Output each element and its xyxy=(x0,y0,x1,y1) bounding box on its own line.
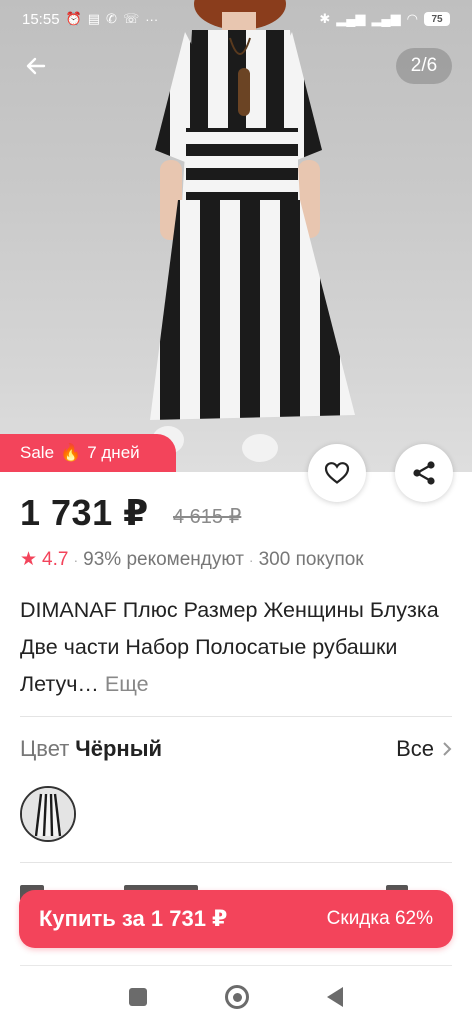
chevron-right-icon xyxy=(443,742,452,756)
star-icon: ★ xyxy=(20,549,38,570)
separator-dot-2: · xyxy=(248,551,254,568)
old-price: 4 615 ₽ xyxy=(173,506,242,528)
recent-apps-icon[interactable] xyxy=(129,988,147,1006)
back-triangle-icon[interactable] xyxy=(327,987,343,1007)
rating-row[interactable]: ★ 4.7 · 93% рекомендуют · 300 покупок xyxy=(20,548,364,571)
heart-icon xyxy=(324,462,350,484)
bluetooth-icon: ✱ xyxy=(319,11,331,26)
status-bar: 15:55 ⏰ ▤ ✆ ☏ ··· ✱ ▂▄▆ ▂▄▆ ◠ 75 xyxy=(0,0,472,38)
recommend-text: 93% рекомендуют xyxy=(83,548,244,570)
buy-button[interactable]: Купить за 1 731 ₽ Скидка 62% xyxy=(19,890,453,948)
color-selector-row[interactable]: Цвет Чёрный Все xyxy=(20,736,452,762)
back-button[interactable] xyxy=(18,48,54,84)
all-colors-label: Все xyxy=(396,736,434,761)
product-title-text: DIMANAF Плюс Размер Женщины Блузка Две ч… xyxy=(20,598,439,696)
current-price: 1 731 ₽ xyxy=(20,492,149,533)
purchases-text: 300 покупок xyxy=(258,548,364,570)
more-dots-icon: ··· xyxy=(145,11,159,27)
arrow-left-icon xyxy=(26,57,46,75)
home-icon[interactable] xyxy=(225,985,249,1009)
divider-2 xyxy=(20,862,452,863)
missed-call-icon: ☏ xyxy=(122,11,140,26)
all-colors-link[interactable]: Все xyxy=(396,736,452,762)
product-title: DIMANAF Плюс Размер Женщины Блузка Две ч… xyxy=(20,592,460,703)
sale-badge: Sale 🔥 7 дней xyxy=(0,434,176,472)
share-button[interactable] xyxy=(395,444,453,502)
color-swatch-black[interactable] xyxy=(20,786,76,842)
favorite-button[interactable] xyxy=(308,444,366,502)
buy-label: Купить за 1 731 ₽ xyxy=(39,906,228,931)
signal-icon: ▂▄▆ xyxy=(336,11,366,26)
separator-dot: · xyxy=(73,551,79,568)
rating-value: 4.7 xyxy=(42,548,69,570)
divider xyxy=(20,716,452,717)
alarm-icon: ⏰ xyxy=(65,11,82,26)
share-icon xyxy=(413,461,435,485)
sale-days: 7 дней xyxy=(87,443,140,462)
whatsapp-icon: ✆ xyxy=(106,11,117,26)
color-value: Чёрный xyxy=(75,736,163,761)
signal-icon-2: ▂▄▆ xyxy=(371,11,401,26)
sale-label: Sale xyxy=(20,443,55,462)
divider-3 xyxy=(20,965,452,966)
message-icon: ▤ xyxy=(87,11,101,26)
image-counter: 2/6 xyxy=(396,48,452,84)
battery-icon: 75 xyxy=(424,12,450,26)
swatch-thumbnail xyxy=(22,788,74,840)
wifi-icon: ◠ xyxy=(406,11,418,26)
color-label: Цвет xyxy=(20,736,70,761)
more-link[interactable]: Еще xyxy=(105,672,149,696)
status-time: 15:55 xyxy=(22,10,60,28)
fire-icon: 🔥 xyxy=(60,443,82,462)
discount-label: Скидка 62% xyxy=(326,908,433,929)
system-nav-bar xyxy=(0,970,472,1024)
